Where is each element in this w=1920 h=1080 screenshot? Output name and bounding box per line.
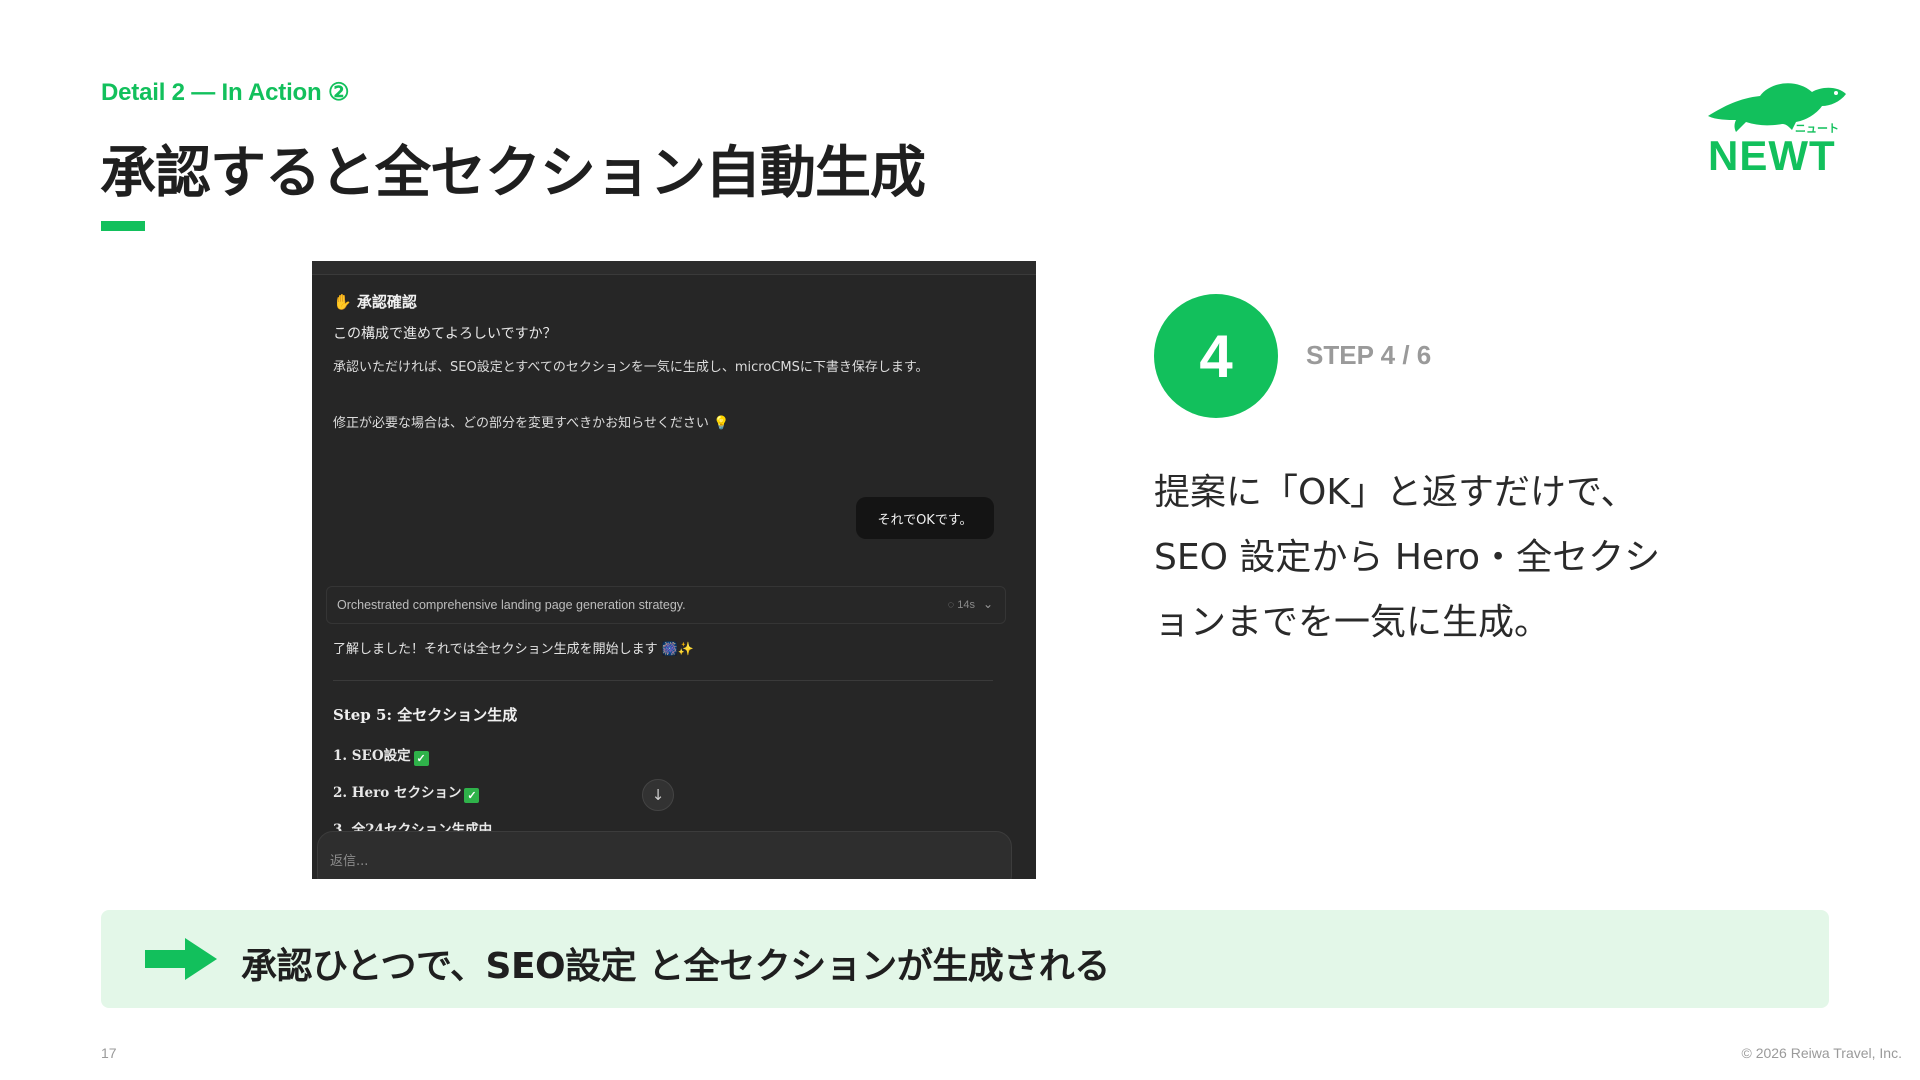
page-title: 承認すると全セクション自動生成 bbox=[100, 141, 926, 206]
step-number-badge: 4 bbox=[1154, 294, 1278, 418]
list-item-label: 1. SEO設定 bbox=[333, 748, 411, 764]
summary-callout: 承認ひとつで、SEO設定 と全セクションが生成される bbox=[101, 910, 1829, 1008]
reply-composer[interactable]: 返信... bbox=[317, 831, 1012, 879]
chat-screenshot-panel: ✋ 承認確認 この構成で進めてよろしいですか？ 承認いただければ、SEO設定とす… bbox=[312, 261, 1036, 879]
list-item-label: 2. Hero セクション bbox=[333, 785, 462, 801]
assistant-ack: 了解しました！それでは全セクション生成を開始します 🎆✨ bbox=[333, 642, 695, 657]
callout-text: 承認ひとつで、SEO設定 と全セクションが生成される bbox=[241, 946, 1110, 987]
chevron-down-icon: ⌄ bbox=[982, 597, 993, 611]
title-underline bbox=[101, 221, 145, 231]
list-item: 2. Hero セクション ✓ bbox=[333, 781, 480, 803]
thinking-summary-toggle[interactable]: Orchestrated comprehensive landing page … bbox=[326, 586, 1006, 624]
panel-top-bar bbox=[312, 261, 1036, 275]
scroll-down-button[interactable]: ↓ bbox=[642, 779, 674, 811]
approval-question: この構成で進めてよろしいですか？ bbox=[333, 326, 557, 342]
arrow-right-icon bbox=[145, 938, 217, 980]
thinking-duration: ◌ 14s bbox=[947, 599, 975, 611]
thinking-summary-label: Orchestrated comprehensive landing page … bbox=[337, 598, 686, 612]
copyright: © 2026 Reiwa Travel, Inc. bbox=[1741, 1045, 1902, 1061]
step-description: 提案に「OK」と返すだけで、SEO 設定から Hero・全セクションまでを一気に… bbox=[1154, 472, 1661, 643]
approval-paragraph-1: 承認いただければ、SEO設定とすべてのセクションを一気に生成し、microCMS… bbox=[333, 360, 929, 375]
approval-heading: ✋ 承認確認 bbox=[333, 293, 417, 311]
divider bbox=[333, 680, 993, 681]
list-item: 1. SEO設定 ✓ bbox=[333, 744, 429, 766]
composer-placeholder: 返信... bbox=[330, 854, 369, 869]
page-number: 17 bbox=[101, 1045, 117, 1061]
section-kicker: Detail 2 — In Action ② bbox=[101, 79, 350, 106]
user-reply-bubble: それでOKです。 bbox=[856, 497, 994, 539]
check-icon: ✓ bbox=[464, 788, 480, 803]
step-heading: Step 5: 全セクション生成 bbox=[333, 706, 518, 724]
check-icon: ✓ bbox=[413, 751, 429, 766]
approval-paragraph-2: 修正が必要な場合は、どの部分を変更すべきかお知らせください 💡 bbox=[333, 416, 730, 431]
step-label: STEP 4 / 6 bbox=[1306, 340, 1432, 370]
logo-wordmark: NEWT bbox=[1708, 132, 1836, 179]
